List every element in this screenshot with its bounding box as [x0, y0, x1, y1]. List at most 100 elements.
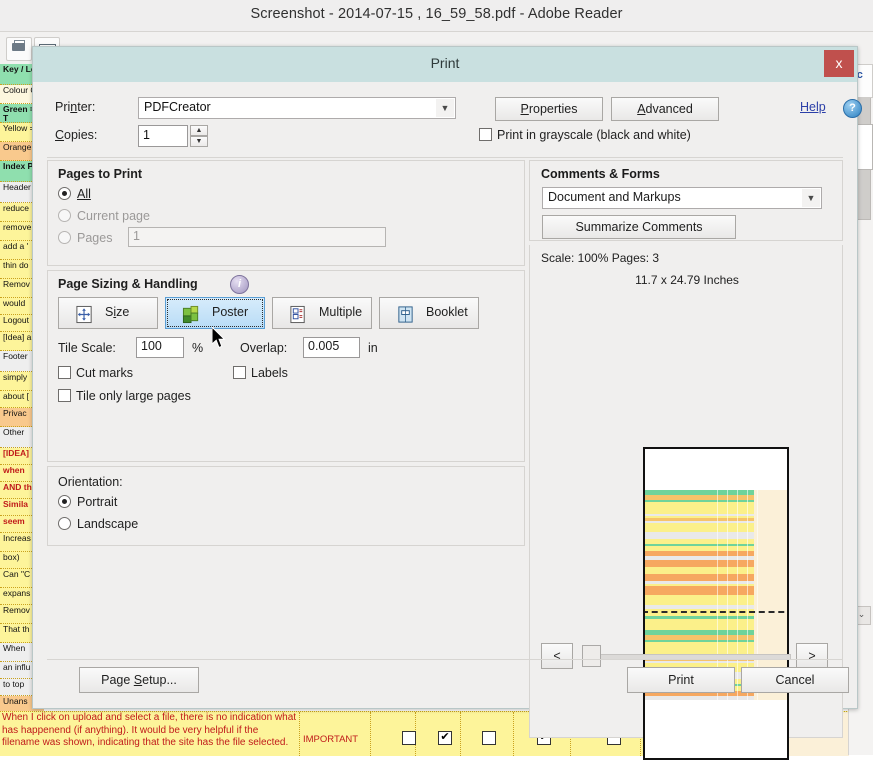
labels-label: Labels: [251, 366, 288, 380]
copies-stepper-up[interactable]: ▲: [190, 125, 208, 136]
comments-forms-select[interactable]: Document and Markups ▼: [542, 187, 822, 209]
close-icon[interactable]: x: [824, 50, 854, 77]
advanced-button[interactable]: Advanced: [611, 97, 719, 121]
chevron-down-icon[interactable]: ▼: [436, 99, 454, 117]
printer-value: PDFCreator: [144, 100, 211, 114]
radio-landscape-label: Landscape: [77, 517, 139, 531]
dialog-titlebar: Print x: [33, 47, 857, 82]
printer-select[interactable]: PDFCreator ▼: [138, 97, 456, 119]
info-icon[interactable]: i: [230, 275, 249, 294]
divider: [47, 157, 843, 158]
labels-checkbox[interactable]: [233, 366, 246, 379]
comments-forms-value: Document and Markups: [548, 190, 681, 204]
preview-column: Comments & Forms Document and Markups ▼ …: [529, 160, 843, 760]
divider: [47, 659, 843, 660]
printer-label: Printer:: [55, 100, 96, 114]
booklet-icon: [398, 306, 413, 323]
size-icon: [76, 305, 92, 324]
page-setup-button[interactable]: Page Setup...: [79, 667, 199, 693]
grid-line: [299, 712, 300, 756]
document-checkbox[interactable]: [402, 731, 416, 745]
multiple-button-label: Multiple: [319, 305, 363, 319]
grid-line: [460, 712, 461, 756]
radio-current-page-indicator: [58, 209, 71, 222]
radio-all-indicator: [58, 187, 71, 200]
document-checkbox[interactable]: ✔: [438, 731, 452, 745]
size-button[interactable]: Size: [58, 297, 158, 329]
pages-range-input[interactable]: 1: [128, 227, 386, 247]
copies-stepper-down[interactable]: ▼: [190, 136, 208, 147]
tile-only-large-label: Tile only large pages: [76, 389, 191, 403]
copies-input[interactable]: 1: [138, 125, 188, 147]
preview-next-button[interactable]: >: [796, 643, 828, 669]
cut-marks-checkbox-row[interactable]: Cut marks: [58, 366, 133, 380]
comments-forms-title: Comments & Forms: [541, 167, 660, 181]
printer-row: Printer: PDFCreator ▼ Properties Advance…: [55, 97, 862, 121]
radio-landscape[interactable]: Landscape: [58, 517, 138, 531]
radio-all[interactable]: All: [58, 187, 91, 201]
orientation-group: Orientation: Portrait Landscape: [47, 466, 525, 546]
pages-to-print-group: Pages to Print All Current page Pages 1: [47, 160, 525, 266]
preview-prev-button[interactable]: <: [541, 643, 573, 669]
poster-button[interactable]: Poster: [165, 297, 265, 329]
dialog-title: Print: [430, 55, 460, 71]
comments-forms-group: Comments & Forms Document and Markups ▼ …: [529, 160, 843, 241]
poster-button-label: Poster: [212, 305, 249, 319]
grayscale-label: Print in grayscale (black and white): [497, 128, 691, 142]
print-button[interactable]: Print: [627, 667, 735, 693]
app-title: Screenshot - 2014-07-15 , 16_59_58.pdf -…: [250, 6, 623, 22]
copies-label: Copies:: [55, 128, 98, 142]
summarize-comments-button[interactable]: Summarize Comments: [542, 215, 736, 239]
labels-checkbox-row[interactable]: Labels: [233, 366, 288, 380]
tile-only-large-checkbox-row[interactable]: Tile only large pages: [58, 389, 191, 403]
dialog-footer: Page Setup... Print Cancel: [39, 667, 851, 703]
booklet-button-label: Booklet: [426, 305, 468, 319]
pages-to-print-title: Pages to Print: [58, 167, 143, 181]
grayscale-checkbox-row[interactable]: Print in grayscale (black and white): [479, 128, 691, 142]
overlap-label: Overlap:: [240, 341, 288, 355]
radio-portrait-label: Portrait: [77, 495, 118, 509]
document-bottom-text: When I click on upload and select a file…: [2, 712, 297, 748]
page-sizing-title: Page Sizing & Handling: [58, 277, 198, 291]
multiple-button[interactable]: Multiple: [272, 297, 372, 329]
tile-scale-label: Tile Scale:: [58, 341, 116, 355]
multiple-icon: [290, 305, 305, 324]
preview-dimensions-text: 11.7 x 24.79 Inches: [635, 273, 739, 287]
chevron-down-icon[interactable]: ▼: [802, 189, 820, 207]
print-icon[interactable]: [6, 37, 32, 61]
preview-slider-thumb[interactable]: [582, 645, 601, 667]
properties-button[interactable]: Properties: [495, 97, 603, 121]
left-settings-column: Pages to Print All Current page Pages 1 …: [47, 160, 525, 660]
preview-scale-text: Scale: 100% Pages: 3: [541, 251, 660, 265]
percent-symbol: %: [192, 341, 204, 355]
grayscale-checkbox[interactable]: [479, 128, 492, 141]
radio-portrait[interactable]: Portrait: [58, 495, 117, 509]
app-titlebar: Screenshot - 2014-07-15 , 16_59_58.pdf -…: [0, 0, 873, 32]
document-checkbox[interactable]: [482, 731, 496, 745]
radio-pages-label: Pages: [77, 231, 113, 245]
cut-marks-checkbox[interactable]: [58, 366, 71, 379]
radio-all-label: All: [77, 187, 91, 201]
radio-landscape-indicator: [58, 517, 71, 530]
cut-marks-label: Cut marks: [76, 366, 133, 380]
booklet-button[interactable]: Booklet: [379, 297, 479, 329]
radio-pages: Pages: [58, 231, 112, 245]
radio-pages-indicator: [58, 231, 71, 244]
tile-scale-input[interactable]: 100: [136, 337, 184, 358]
radio-portrait-indicator: [58, 495, 71, 508]
overlap-unit: in: [368, 341, 378, 355]
tile-only-large-checkbox[interactable]: [58, 389, 71, 402]
page-thumbnail[interactable]: [643, 447, 789, 760]
grid-line: [370, 712, 371, 756]
tile-divider-1: [645, 611, 787, 613]
help-icon[interactable]: ?: [843, 99, 862, 118]
orientation-label: Orientation:: [58, 475, 123, 489]
poster-icon: [182, 305, 199, 324]
print-dialog: Print x Printer: PDFCreator ▼ Properties…: [32, 46, 862, 760]
size-button-label: Size: [105, 305, 130, 319]
radio-current-page-label: Current page: [77, 209, 150, 223]
dialog-body: Printer: PDFCreator ▼ Properties Advance…: [39, 83, 862, 760]
cancel-button[interactable]: Cancel: [741, 667, 849, 693]
help-link[interactable]: Help: [800, 100, 826, 114]
overlap-input[interactable]: 0.005: [303, 337, 360, 358]
